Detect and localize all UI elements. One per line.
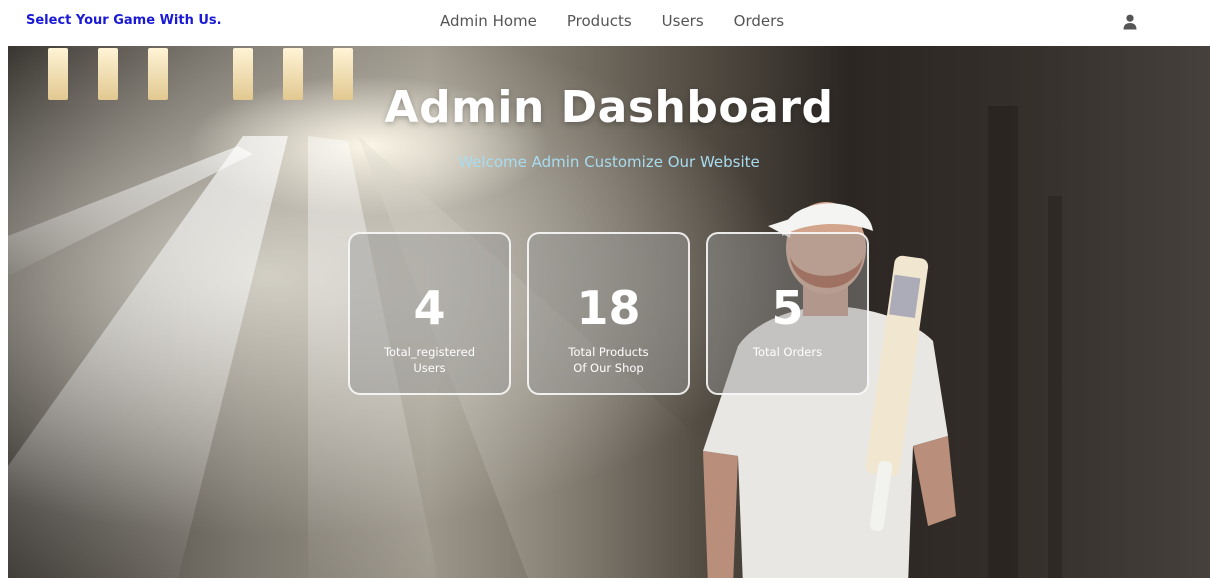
stat-card-users: 4 Total_registered Users xyxy=(348,232,511,395)
stat-value: 5 xyxy=(771,281,804,335)
stat-value: 18 xyxy=(576,281,641,335)
nav-link-products[interactable]: Products xyxy=(567,12,632,30)
brand-link[interactable]: Select Your Game With Us. xyxy=(26,13,222,28)
stat-label: Total_registered Users xyxy=(360,344,499,376)
nav-links: Admin Home Products Users Orders xyxy=(440,12,784,30)
stat-label-line: Users xyxy=(413,361,446,375)
stat-card-products: 18 Total Products Of Our Shop xyxy=(527,232,690,395)
top-navbar: Select Your Game With Us. Admin Home Pro… xyxy=(0,0,1210,46)
stat-value: 4 xyxy=(413,281,446,335)
nav-link-orders[interactable]: Orders xyxy=(734,12,784,30)
stat-label-line: Total Orders xyxy=(752,345,823,359)
stat-card-orders: 5 Total Orders xyxy=(706,232,869,395)
stat-label: Total Products Of Our Shop xyxy=(539,344,678,376)
nav-link-users[interactable]: Users xyxy=(662,12,704,30)
stat-label-line: Total Products xyxy=(568,345,649,359)
stat-label-line: Total_registered xyxy=(383,345,476,359)
user-account-button[interactable] xyxy=(1119,11,1141,33)
nav-link-admin-home[interactable]: Admin Home xyxy=(440,12,537,30)
page-title: Admin Dashboard xyxy=(384,82,834,133)
page-subtitle: Welcome Admin Customize Our Website xyxy=(458,153,760,171)
user-icon xyxy=(1123,14,1137,30)
stat-label: Total Orders xyxy=(718,344,857,360)
hero-section: Admin Dashboard Welcome Admin Customize … xyxy=(8,46,1210,578)
stat-label-line: Of Our Shop xyxy=(573,361,644,375)
